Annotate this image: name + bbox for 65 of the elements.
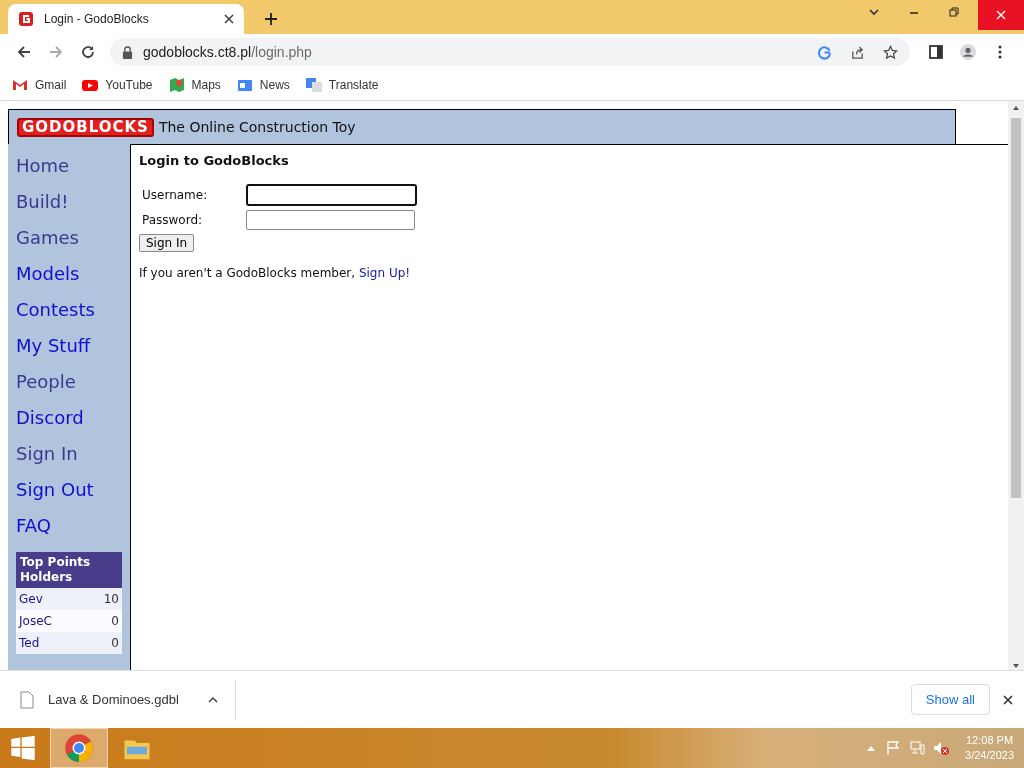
- profile-icon[interactable]: [960, 44, 976, 60]
- new-tab-icon[interactable]: [264, 12, 278, 26]
- address-bar[interactable]: godoblocks.ct8.pl/login.php: [110, 38, 910, 66]
- close-tab-icon[interactable]: [224, 14, 234, 24]
- lock-icon: [122, 45, 133, 59]
- bookmark[interactable]: YouTube: [82, 77, 153, 93]
- translate-icon: [305, 77, 322, 93]
- nav-link[interactable]: Contests: [16, 292, 130, 328]
- back-icon[interactable]: [16, 44, 32, 60]
- input-field[interactable]: [246, 183, 417, 206]
- player-name[interactable]: JoseC: [19, 610, 52, 632]
- google-icon[interactable]: [817, 44, 832, 60]
- file-icon: [20, 690, 34, 709]
- nav-link[interactable]: FAQ: [16, 508, 130, 544]
- login-heading: Login to GodoBlocks: [139, 153, 290, 168]
- close-icon[interactable]: [1002, 693, 1014, 706]
- star-icon[interactable]: [883, 44, 898, 60]
- chrome-taskbar-icon[interactable]: [50, 728, 108, 768]
- share-icon[interactable]: [850, 44, 865, 60]
- muted-speaker-icon[interactable]: [933, 740, 950, 756]
- bookmark[interactable]: Translate: [305, 77, 379, 93]
- play-icon: [82, 77, 99, 93]
- mail-icon: [12, 77, 28, 93]
- show-all-button[interactable]: Show all: [910, 684, 990, 715]
- nav-link[interactable]: My Stuff: [16, 328, 130, 364]
- windows-start-icon[interactable]: [10, 735, 36, 761]
- download-item[interactable]: Lava & Dominoes.gdbl: [0, 679, 236, 720]
- sign-up-link[interactable]: Sign Up!: [358, 266, 411, 280]
- nav-link[interactable]: Build!: [16, 184, 130, 220]
- bookmark[interactable]: News: [236, 77, 290, 93]
- input-field[interactable]: [246, 209, 415, 230]
- bookmark[interactable]: Gmail: [12, 77, 67, 93]
- scrollbar[interactable]: [1008, 101, 1024, 670]
- url-text: godoblocks.ct8.pl/login.php: [143, 44, 312, 60]
- nav-link[interactable]: Discord: [16, 400, 130, 436]
- restore-icon[interactable]: [948, 6, 960, 18]
- player-points: 10: [103, 591, 119, 608]
- bookmark[interactable]: Maps: [168, 77, 221, 93]
- sign-in-button[interactable]: Sign In: [139, 234, 195, 252]
- tab-title: Login - GodoBlocks: [44, 12, 150, 26]
- player-name[interactable]: Gev: [19, 588, 43, 610]
- nav-link[interactable]: Games: [16, 220, 130, 256]
- nav-link[interactable]: People: [16, 364, 130, 400]
- player-name[interactable]: Ted: [19, 632, 40, 654]
- tab-list-icon[interactable]: [868, 6, 880, 18]
- map-icon: [168, 77, 185, 93]
- reload-icon[interactable]: [80, 44, 96, 60]
- newspaper-icon: [236, 77, 253, 93]
- player-points: 0: [111, 613, 119, 630]
- site-logo-icon: [18, 11, 34, 27]
- nav-link[interactable]: Models: [16, 256, 130, 292]
- field-label: Username:: [142, 187, 209, 202]
- player-points: 0: [111, 635, 119, 652]
- scroll-up-icon[interactable]: [1012, 104, 1020, 112]
- browser-tab[interactable]: Login - GodoBlocks: [8, 4, 244, 34]
- site-logo[interactable]: GODOBLOCKS: [17, 117, 154, 137]
- leaderboard-title: Top Points Holders: [16, 552, 122, 588]
- signup-text: If you aren't a GodoBlocks member,: [139, 266, 357, 280]
- field-label: Password:: [142, 212, 204, 227]
- side-panel-icon[interactable]: [928, 44, 944, 60]
- nav-link[interactable]: Sign Out: [16, 472, 130, 508]
- nav-link[interactable]: Sign In: [16, 436, 130, 472]
- nav-link[interactable]: Home: [16, 148, 130, 184]
- download-filename: Lava & Dominoes.gdbl: [48, 692, 180, 707]
- site-tagline: The Online Construction Toy: [158, 119, 356, 135]
